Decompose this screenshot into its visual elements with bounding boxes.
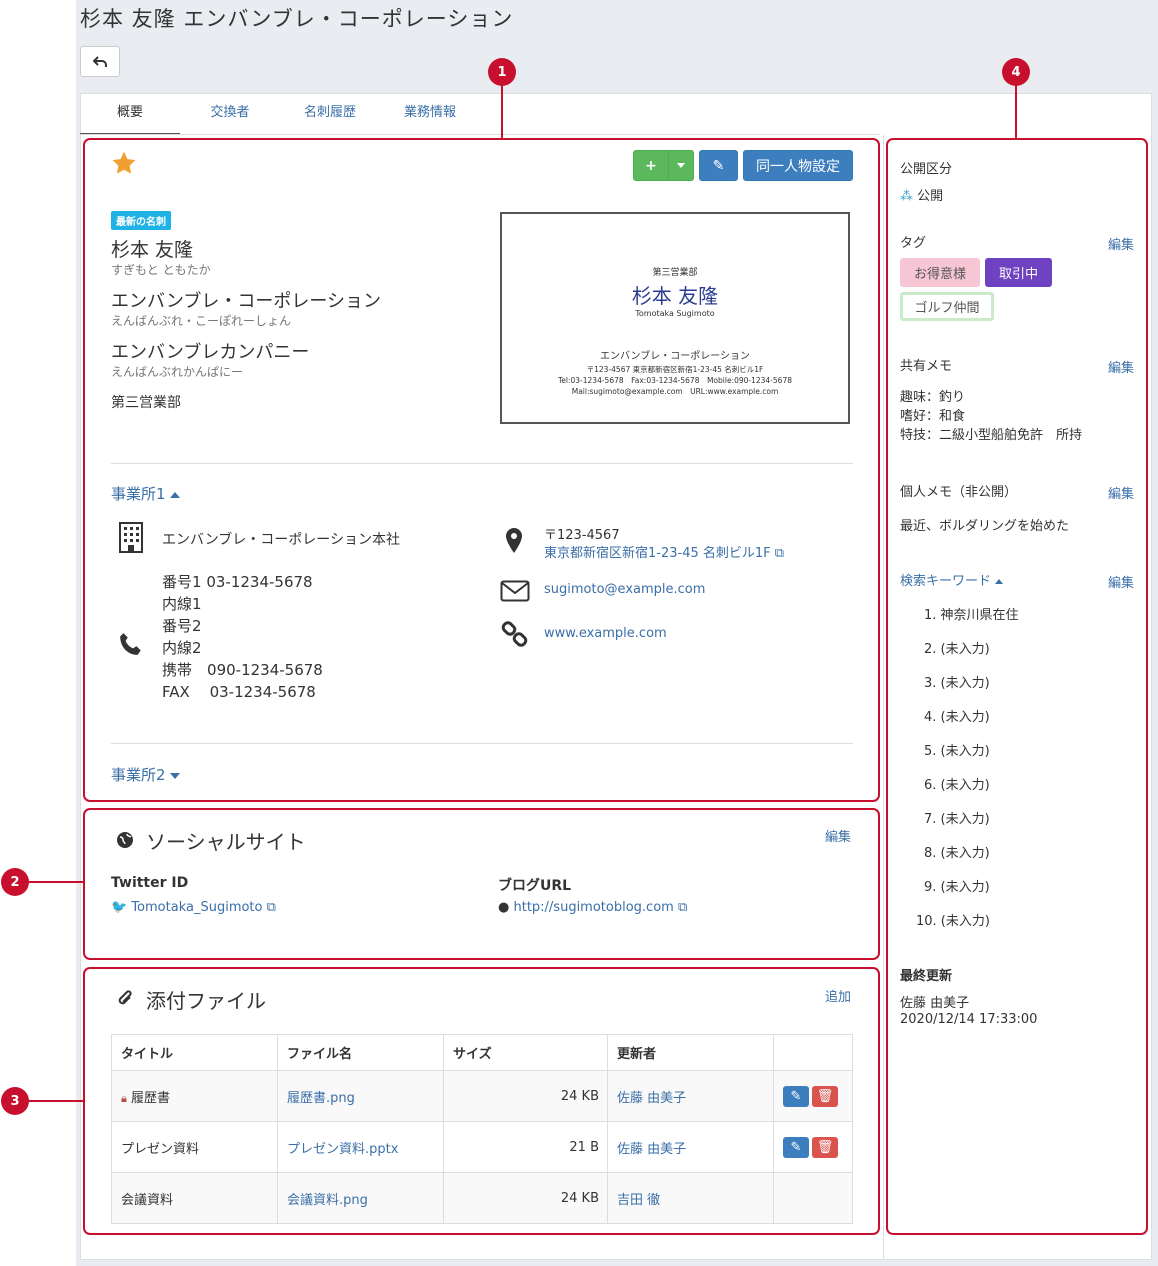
- callout-box-4: [886, 138, 1148, 1235]
- tab-exchangers[interactable]: 交換者: [180, 94, 280, 135]
- callout-number: 4: [1002, 58, 1030, 86]
- tab-overview[interactable]: 概要: [80, 94, 180, 135]
- column-divider: [883, 135, 884, 1260]
- undo-icon: [93, 55, 107, 67]
- tab-divider: [80, 134, 880, 135]
- callout-line: [1015, 84, 1017, 139]
- callout-box-3: [83, 967, 880, 1235]
- callout-line: [28, 881, 84, 883]
- callout-number: 1: [488, 58, 516, 86]
- callout-number: 2: [1, 868, 29, 896]
- back-button[interactable]: [80, 46, 120, 77]
- callout-box-1: [83, 138, 880, 802]
- callout-line: [28, 1100, 84, 1102]
- tab-bar: 概要 交換者 名刺履歴 業務情報: [80, 94, 480, 135]
- page-title: 杉本 友隆 エンバンブレ・コーポレーション: [80, 7, 514, 31]
- callout-line: [501, 84, 503, 139]
- tab-business-info[interactable]: 業務情報: [380, 94, 480, 135]
- tab-card-history[interactable]: 名刺履歴: [280, 94, 380, 135]
- callout-number: 3: [1, 1087, 29, 1115]
- callout-box-2: [83, 808, 880, 960]
